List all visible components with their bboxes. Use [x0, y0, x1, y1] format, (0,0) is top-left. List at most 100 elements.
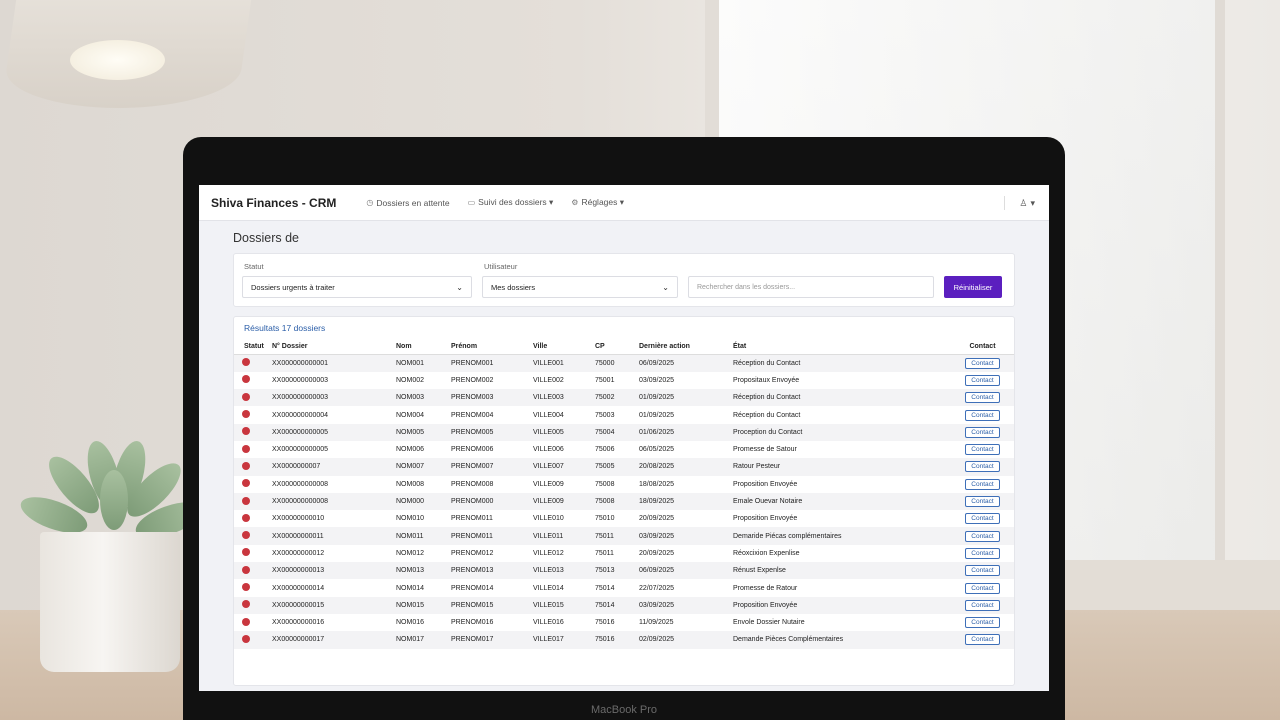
cp-cell: 75001 [595, 376, 615, 384]
table-row[interactable]: XX00000000016 NOM016 PRENOM016 VILLE016 7501… [234, 614, 1014, 631]
etat-cell: Promesse de Satour [733, 446, 797, 454]
table-row[interactable]: XX00000000017 NOM017 PRENOM017 VILLE017 7501… [234, 631, 1014, 649]
date-cell: 11/09/2025 [639, 619, 674, 627]
ville-cell: VILLE003 [531, 389, 593, 407]
status-dot-icon [242, 375, 250, 384]
ville-cell: VILLE009 [531, 492, 593, 511]
nav-reglages[interactable]: ⚙ Réglages ▾ [571, 197, 624, 208]
numero-cell: XX000000000005 [272, 446, 329, 454]
contact-button[interactable]: Contact [965, 496, 1000, 508]
table-row[interactable]: XX0000000007 NOM007 PRENOM007 VILLE007 75005… [234, 458, 1014, 476]
table-row[interactable]: XX000000000003 NOM002 PRENOM002 VILLE002 750… [234, 372, 1014, 389]
contact-cell: Contact [951, 354, 1014, 372]
search-input[interactable]: Rechercher dans les dossiers... [688, 276, 934, 298]
table-row[interactable]: XX000000000001 NOM001 PRENOM001 VILLE001 750… [234, 354, 1014, 372]
nom-cell: NOM015 [394, 596, 449, 614]
contact-button[interactable]: Contact [965, 634, 1000, 646]
status-dot-icon [242, 600, 250, 609]
nom-cell: NOM017 [394, 631, 449, 649]
nav-dossiers-en-attente[interactable]: ◷ Dossiers en attente [366, 198, 449, 208]
contact-button[interactable]: Contact [965, 478, 1000, 490]
contact-button[interactable]: Contact [965, 513, 1000, 525]
prenom-cell: PRENOM007 [449, 458, 531, 476]
table-row[interactable]: XX000000000008 NOM000 PRENOM000 VILLE009 750… [234, 492, 1014, 511]
utilisateur-select[interactable]: Mes dossiers ⌄ [482, 276, 678, 298]
contact-button[interactable]: Contact [965, 547, 1000, 559]
contact-cell: Contact [951, 527, 1014, 545]
contact-button[interactable]: Contact [965, 461, 1000, 473]
nom-cell: NOM016 [396, 619, 425, 627]
ville-cell: VILLE014 [533, 584, 564, 592]
ville-cell: VILLE004 [533, 411, 564, 419]
cp-cell: 75008 [593, 492, 637, 511]
contact-button[interactable]: Contact [965, 565, 1000, 577]
ville-cell: VILLE007 [531, 458, 593, 476]
contact-button[interactable]: Contact [965, 530, 1000, 542]
contact-button[interactable]: Contact [965, 582, 1000, 594]
contact-button[interactable]: Contact [965, 599, 1000, 611]
table-row[interactable]: XX000000000005 NOM006 PRENOM006 VILLE006 750… [234, 441, 1014, 458]
etat-cell: Proposition Envoyée [733, 515, 798, 523]
table-row[interactable]: XX00000000013 NOM013 PRENOM013 VILLE013 7501… [234, 562, 1014, 580]
status-dot-icon [242, 634, 250, 643]
ville-cell: VILLE016 [533, 619, 564, 627]
prenom-cell: PRENOM004 [451, 411, 494, 419]
lamp-bulb [70, 40, 165, 80]
etat-cell: Demaride Piécas complémentaires [731, 527, 951, 545]
contact-button[interactable]: Contact [965, 374, 1000, 386]
col-prenom: Prénom [449, 339, 531, 355]
nom-cell: NOM005 [394, 423, 449, 441]
table-row[interactable]: XX00000000012 NOM012 PRENOM012 VILLE012 7501… [234, 545, 1014, 562]
contact-button[interactable]: Contact [965, 426, 1000, 438]
contact-button[interactable]: Contact [965, 444, 1000, 456]
date-cell: 03/09/2025 [639, 376, 675, 384]
prenom-cell: PRENOM014 [451, 584, 494, 592]
status-cell [234, 545, 270, 562]
contact-cell: Contact [951, 423, 1014, 441]
etat-cell: Demande Pièces Complémentaires [731, 631, 951, 649]
table-row[interactable]: XX000000000004 NOM004 PRENOM004 VILLE004 750… [234, 406, 1014, 423]
cp-cell: 75005 [593, 458, 637, 476]
etat-cell: Rénust Expenlse [731, 562, 951, 580]
status-dot-icon [242, 565, 250, 574]
cp-cell: 75010 [595, 515, 615, 523]
table-row[interactable]: XX00000000015 NOM015 PRENOM015 VILLE015 7501… [234, 596, 1014, 614]
status-cell [234, 458, 270, 476]
status-cell [234, 527, 270, 545]
status-dot-icon [242, 444, 250, 453]
nom-cell: NOM007 [394, 458, 449, 476]
numero-cell: XX00000000010 [272, 515, 325, 523]
contact-button[interactable]: Contact [965, 617, 1000, 629]
folder-clock-icon: ◷ [366, 198, 374, 207]
user-menu[interactable]: ♙ ▾ [1004, 196, 1035, 210]
nav-suivi-des-dossiers[interactable]: ▭ Suivi des dossiers ▾ [468, 197, 554, 208]
prenom-cell: PRENOM016 [451, 619, 494, 627]
nom-cell: NOM008 [396, 480, 425, 488]
table-row[interactable]: XX000000000008 NOM008 PRENOM008 VILLE009 750… [234, 476, 1014, 493]
table-row[interactable]: XX00000000010 NOM010 PRENOM011 VILLE010 7501… [234, 510, 1014, 527]
status-dot-icon [242, 617, 250, 626]
cp-cell: 75003 [595, 411, 615, 419]
reset-button[interactable]: Réinitialiser [944, 276, 1002, 298]
numero-cell: XX00000000013 [270, 562, 394, 580]
chevron-down-icon: ▾ [1030, 197, 1035, 208]
status-dot-icon [242, 461, 250, 470]
table-row[interactable]: XX00000000014 NOM014 PRENOM014 VILLE014 7501… [234, 579, 1014, 596]
app-title[interactable]: Shiva Finances - CRM [211, 196, 336, 210]
cp-cell: 75016 [593, 631, 637, 649]
contact-cell: Contact [951, 492, 1014, 511]
table-row[interactable]: XX000000000005 NOM005 PRENOM005 VILLE005 750… [234, 423, 1014, 441]
page-title: Dossiers de [233, 231, 299, 245]
ville-cell: VILLE010 [533, 515, 564, 523]
ville-cell: VILLE001 [531, 354, 593, 372]
contact-cell: Contact [951, 562, 1014, 580]
contact-button[interactable]: Contact [965, 357, 1000, 369]
numero-cell: XX000000000008 [272, 480, 329, 488]
statut-select[interactable]: Dossiers urgents à traiter ⌄ [242, 276, 472, 298]
contact-button[interactable]: Contact [965, 392, 1000, 404]
date-cell: 06/05/2025 [639, 446, 675, 454]
contact-button[interactable]: Contact [965, 409, 1000, 421]
ville-cell: VILLE006 [533, 446, 564, 454]
table-row[interactable]: XX00000000011 NOM011 PRENOM011 VILLE011 7501… [234, 527, 1014, 545]
table-row[interactable]: XX000000000003 NOM003 PRENOM003 VILLE003 750… [234, 389, 1014, 407]
